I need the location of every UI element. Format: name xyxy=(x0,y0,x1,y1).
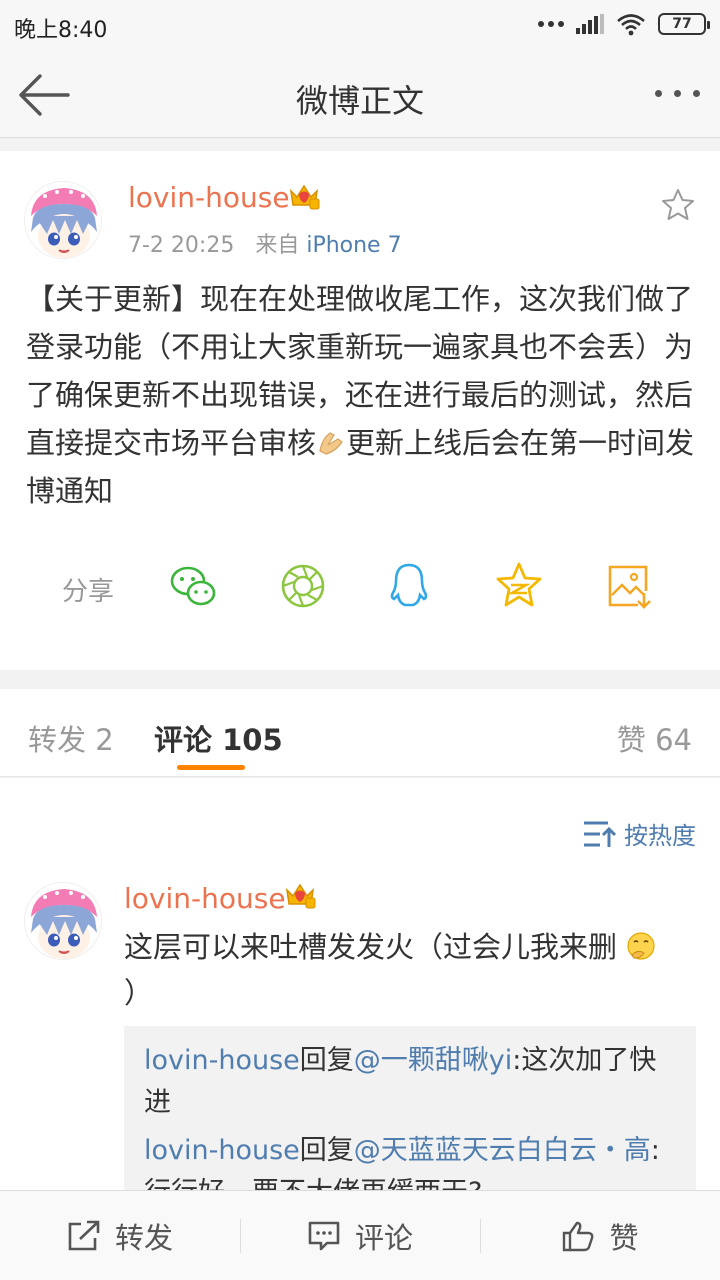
reply-verb: 回复 xyxy=(299,1045,354,1076)
comment-text-part1: 这层可以来吐槽发发火（过会儿我来删 xyxy=(124,930,618,964)
like-label: 赞 xyxy=(609,1221,639,1255)
reply-user[interactable]: lovin-house xyxy=(144,1135,300,1166)
reply-mention[interactable]: @天蓝蓝天云白白云・高 xyxy=(354,1135,651,1166)
status-icons: 77 xyxy=(538,12,710,36)
wifi-icon xyxy=(617,14,645,36)
repost-label: 转发 xyxy=(114,1221,173,1255)
signal-icon xyxy=(576,14,604,34)
save-image-icon[interactable] xyxy=(604,561,654,611)
vip-crown-icon xyxy=(285,883,316,909)
wechat-icon[interactable] xyxy=(168,561,218,611)
thumbs-up-icon xyxy=(563,1221,594,1252)
qq-icon[interactable] xyxy=(384,561,434,611)
post-source[interactable]: iPhone 7 xyxy=(306,233,401,258)
avatar[interactable] xyxy=(24,181,102,259)
more-notifications-icon xyxy=(538,21,564,27)
comment-author-name[interactable]: lovin-house xyxy=(124,882,286,915)
comment-icon xyxy=(308,1221,340,1251)
favorite-star-icon[interactable] xyxy=(660,187,696,223)
sort-button[interactable]: 按热度 xyxy=(582,816,696,851)
post-card: lovin-house 7-2 20:25 来自 iPhone 7 【关于更新】… xyxy=(0,151,720,670)
post-meta: 7-2 20:25 来自 iPhone 7 xyxy=(128,227,402,259)
sort-icon xyxy=(584,821,616,847)
page-title: 微博正文 xyxy=(295,82,424,120)
comment-text-part2: ） xyxy=(124,976,154,1010)
active-tab-indicator xyxy=(177,765,245,770)
reply-user[interactable]: lovin-house xyxy=(144,1045,300,1076)
post-text: 【关于更新】现在在处理做收尾工作，这次我们做了登录功能（不用让大家重新玩一遍家具… xyxy=(26,275,696,515)
repost-icon xyxy=(68,1220,100,1251)
qzone-icon[interactable] xyxy=(494,561,544,611)
reply-item[interactable]: lovin-house回复@天蓝蓝天云白白云・高:行行好，要不大佬再缓两天? xyxy=(144,1130,676,1190)
post-author-name[interactable]: lovin-house xyxy=(128,181,290,214)
reply-mention[interactable]: @一颗甜啾yi xyxy=(354,1045,512,1076)
post-source-prefix: 来自 xyxy=(255,233,300,258)
comment-label: 评论 xyxy=(354,1221,413,1255)
repost-button[interactable]: 转发 xyxy=(0,1191,240,1280)
status-time: 晚上8:40 xyxy=(14,18,108,43)
reply-verb: 回复 xyxy=(299,1135,354,1166)
share-label: 分享 xyxy=(62,577,115,607)
thinking-emoji-icon xyxy=(627,932,655,960)
pray-emoji-icon xyxy=(319,432,343,455)
more-options-icon[interactable] xyxy=(655,90,700,97)
vip-crown-icon xyxy=(289,184,320,210)
tab-comments[interactable]: 评论 105 xyxy=(154,717,283,759)
comment-text: 这层可以来吐槽发发火（过会儿我来删 ） xyxy=(124,924,684,1016)
comment-avatar[interactable] xyxy=(24,882,102,960)
post-date: 7-2 20:25 xyxy=(128,233,235,258)
comment-button[interactable]: 评论 xyxy=(240,1191,480,1280)
like-button[interactable]: 赞 xyxy=(480,1191,720,1280)
status-bar: 晚上8:40 77 xyxy=(0,0,720,52)
tab-reposts[interactable]: 转发 2 xyxy=(28,717,114,759)
moments-icon[interactable] xyxy=(278,561,328,611)
share-row: 分享 xyxy=(0,561,720,611)
nav-bar: 微博正文 xyxy=(0,52,720,138)
tab-likes[interactable]: 赞 64 xyxy=(617,717,692,759)
comment-list: 按热度 lovin-house 这层可以来吐槽发发火（过会儿我来删 ） lovi… xyxy=(0,778,720,1190)
battery-icon: 77 xyxy=(658,13,710,35)
sort-label: 按热度 xyxy=(624,822,696,850)
reply-item[interactable]: lovin-house回复@一颗甜啾yi:这次加了快进 xyxy=(144,1040,676,1124)
reply-box[interactable]: lovin-house回复@一颗甜啾yi:这次加了快进 lovin-house回… xyxy=(124,1026,696,1190)
interaction-tabs: 转发 2 评论 105 赞 64 xyxy=(0,689,720,777)
bottom-action-bar: 转发 评论 赞 xyxy=(0,1190,720,1280)
